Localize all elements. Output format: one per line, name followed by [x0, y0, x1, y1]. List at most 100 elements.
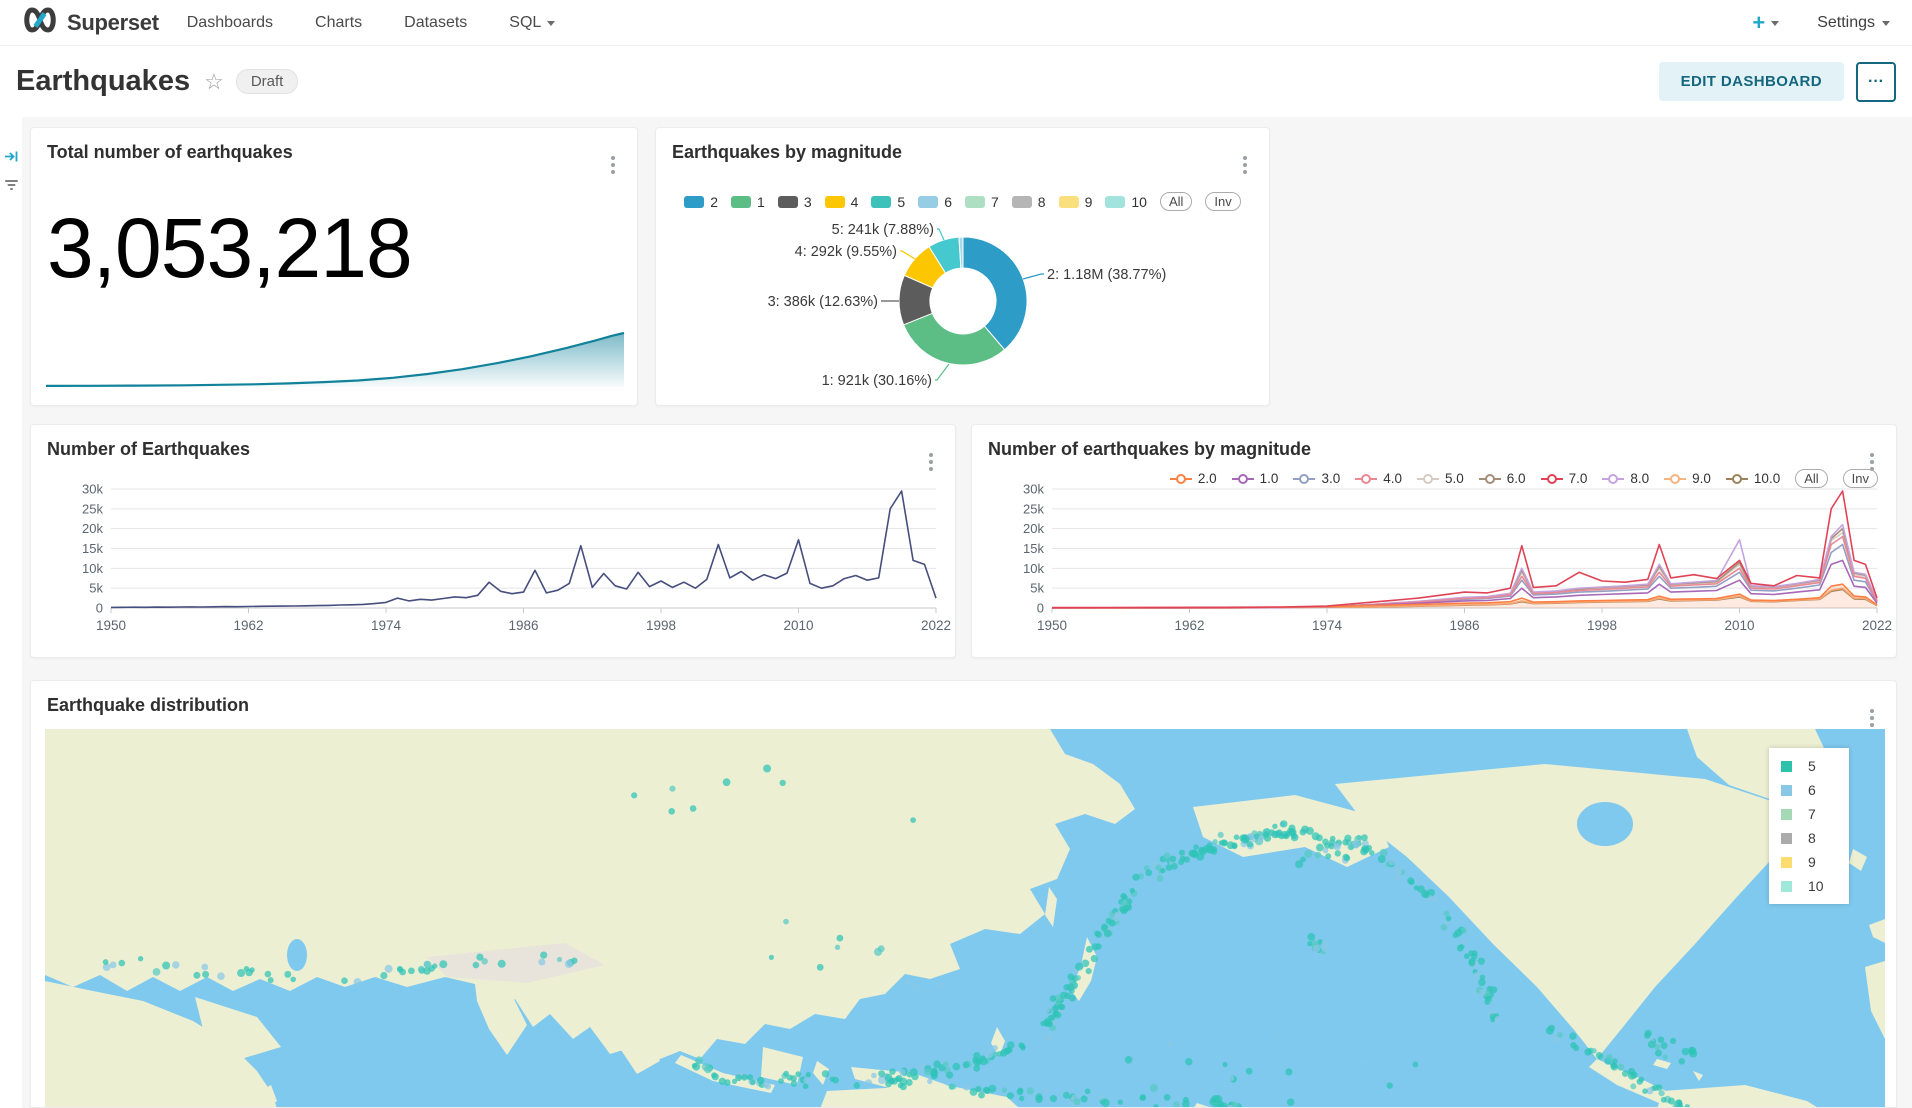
map-canvas[interactable]: 5678910 [45, 729, 1885, 1108]
legend-swatch [1781, 857, 1792, 868]
legend-swatch [778, 196, 798, 208]
legend-swatch [1781, 809, 1792, 820]
more-options-button[interactable]: ··· [1856, 62, 1896, 102]
superset-brand[interactable]: Superset [22, 7, 159, 38]
status-badge: Draft [236, 69, 299, 94]
svg-text:30k: 30k [1023, 482, 1044, 497]
card-number-of-earthquakes: Number of Earthquakes 05k10k15k20k25k30k… [30, 424, 956, 658]
nav-item-charts[interactable]: Charts [315, 14, 362, 32]
new-dropdown-button[interactable]: + [1752, 10, 1779, 36]
donut-callout-4: 4: 292k (9.55%) [795, 244, 897, 260]
svg-text:1962: 1962 [233, 618, 263, 633]
svg-text:1950: 1950 [96, 618, 126, 633]
legend-item-2[interactable]: 2 [684, 194, 718, 210]
svg-text:1986: 1986 [1449, 618, 1479, 633]
legend-item-9[interactable]: 9 [1059, 194, 1093, 210]
svg-text:1998: 1998 [1587, 618, 1617, 633]
dashboard-body: Total number of earthquakes 3,053,218 Ea… [0, 117, 1912, 1108]
donut-callout-3: 3: 386k (12.63%) [768, 294, 878, 310]
svg-text:2022: 2022 [1862, 618, 1892, 633]
superset-logo-icon [22, 7, 58, 38]
donut-callout-5: 5: 241k (7.88%) [832, 222, 934, 238]
card-total-number-of-earthquakes: Total number of earthquakes 3,053,218 [30, 127, 638, 406]
legend-item-6[interactable]: 6 [918, 194, 952, 210]
donut-callout-1: 1: 921k (30.16%) [822, 373, 932, 389]
line-chart-by-magnitude: 05k10k15k20k25k30k1950196219741986199820… [972, 425, 1897, 658]
svg-text:0: 0 [1037, 601, 1044, 616]
filter-icon[interactable] [4, 177, 19, 192]
legend-item-3[interactable]: 3 [778, 194, 812, 210]
donut-slice-2 [963, 237, 1027, 350]
legend-item-1[interactable]: 1 [731, 194, 765, 210]
svg-text:30k: 30k [82, 482, 103, 497]
kebab-menu-icon[interactable] [1239, 152, 1251, 178]
svg-text:5k: 5k [89, 581, 103, 596]
svg-text:1974: 1974 [371, 618, 402, 633]
svg-text:2010: 2010 [783, 618, 813, 633]
svg-text:1986: 1986 [508, 618, 538, 633]
legend-swatch [918, 196, 938, 208]
dashboard-header: Earthquakes ☆ Draft EDIT DASHBOARD ··· [0, 46, 1912, 117]
chart-title: Total number of earthquakes [47, 142, 293, 163]
legend-pill-all[interactable]: All [1160, 192, 1192, 211]
svg-text:20k: 20k [1023, 521, 1044, 536]
legend-item-7[interactable]: 7 [965, 194, 999, 210]
favorite-star-icon[interactable]: ☆ [204, 69, 224, 95]
legend-item-5[interactable]: 5 [871, 194, 905, 210]
nav-item-datasets[interactable]: Datasets [404, 14, 467, 32]
kebab-menu-icon[interactable] [607, 152, 619, 178]
legend-swatch [871, 196, 891, 208]
legend-swatch [684, 196, 704, 208]
kebab-menu-icon[interactable] [1866, 705, 1878, 731]
legend-item-4[interactable]: 4 [825, 194, 859, 210]
chevron-down-icon [547, 21, 555, 26]
svg-text:1962: 1962 [1174, 618, 1204, 633]
legend-swatch [1012, 196, 1032, 208]
donut-legend: 213456789 10 All Inv [656, 192, 1269, 211]
card-earthquakes-by-magnitude: Earthquakes by magnitude 21345678910AllI… [655, 127, 1270, 406]
svg-text:1974: 1974 [1312, 618, 1343, 633]
chart-title: Earthquake distribution [47, 695, 249, 716]
map-legend-item-7: 7 [1781, 806, 1837, 822]
donut-slice-1 [904, 313, 1005, 365]
nav-right: + Settings [1752, 10, 1890, 36]
legend-pill-inv[interactable]: Inv [1205, 192, 1240, 211]
legend-item-8[interactable]: 8 [1012, 194, 1046, 210]
legend-swatch [1781, 833, 1792, 844]
donut-callout-2: 2: 1.18M (38.77%) [1047, 267, 1166, 283]
brand-name: Superset [67, 10, 159, 36]
donut-slice-3 [899, 275, 933, 324]
donut-slice-6-10 [959, 237, 963, 268]
donut-slice-5 [929, 237, 961, 273]
page-title: Earthquakes [16, 65, 190, 98]
nav-item-dashboards[interactable]: Dashboards [187, 14, 273, 32]
svg-text:10k: 10k [1023, 561, 1044, 576]
settings-dropdown-button[interactable]: Settings [1817, 14, 1890, 32]
svg-text:15k: 15k [82, 541, 103, 556]
chevron-down-icon [1771, 21, 1779, 26]
donut-slice-4 [904, 247, 945, 288]
svg-text:10k: 10k [82, 561, 103, 576]
edit-dashboard-button[interactable]: EDIT DASHBOARD [1659, 62, 1844, 101]
big-number-trendline [31, 325, 638, 395]
svg-text:1950: 1950 [1037, 618, 1067, 633]
map-legend-item-8: 8 [1781, 830, 1837, 846]
legend-swatch [1105, 196, 1125, 208]
donut-chart: 2: 1.18M (38.77%) 1: 921k (30.16%) 3: 386k… [656, 128, 1270, 406]
legend-swatch [1781, 761, 1792, 772]
nav-menu: Dashboards Charts Datasets SQL [187, 14, 556, 32]
line-chart-number-of-earthquakes: 05k10k15k20k25k30k1950196219741986199820… [31, 425, 956, 658]
legend-swatch [825, 196, 845, 208]
expand-filter-bar-icon[interactable] [4, 149, 19, 164]
svg-text:0: 0 [96, 601, 103, 616]
nav-item-sql[interactable]: SQL [509, 14, 555, 32]
legend-item-10[interactable]: 10 [1105, 194, 1147, 210]
map-legend-item-5: 5 [1781, 758, 1837, 774]
legend-swatch [731, 196, 751, 208]
chevron-down-icon [1882, 21, 1890, 26]
map-legend-item-9: 9 [1781, 854, 1837, 870]
world-map [45, 729, 1885, 1108]
top-navbar: Superset Dashboards Charts Datasets SQL … [0, 0, 1912, 46]
card-earthquakes-by-magnitude-lines: Number of earthquakes by magnitude 2.01.… [971, 424, 1897, 658]
svg-text:20k: 20k [82, 521, 103, 536]
